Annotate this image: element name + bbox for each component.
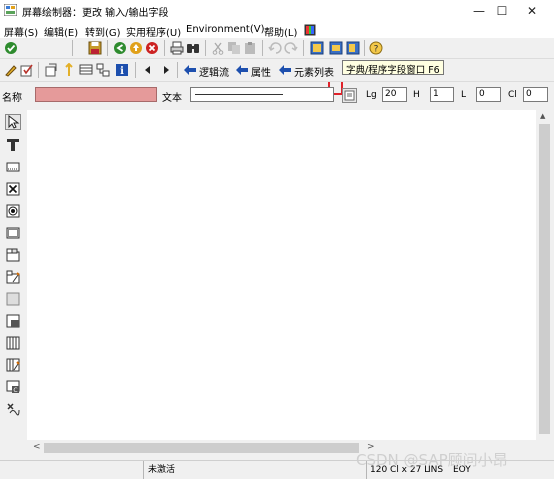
print-icon[interactable]: [170, 41, 184, 55]
redo-icon[interactable]: [284, 41, 298, 55]
where-used-icon[interactable]: [62, 63, 76, 77]
select-pointer-icon[interactable]: [5, 114, 21, 130]
attributes-button[interactable]: 属性: [251, 64, 271, 79]
l-field[interactable]: 0: [476, 87, 501, 102]
table-control-wizard-icon[interactable]: [5, 357, 21, 373]
cl-field[interactable]: 0: [523, 87, 548, 102]
text-field-tool-icon[interactable]: [5, 137, 21, 153]
scroll-left-icon[interactable]: <: [33, 442, 41, 452]
h-label: H: [413, 90, 420, 100]
copy-icon[interactable]: [227, 41, 241, 55]
status-icon-tool-icon[interactable]: [5, 401, 21, 417]
window-title: 屏幕绘制器：更改 输入/输出字段: [22, 8, 169, 19]
enter-check-icon[interactable]: [4, 41, 18, 55]
menu-help[interactable]: 帮助(L): [264, 24, 297, 39]
horizontal-scroll-thumb[interactable]: [44, 443, 359, 453]
menu-bar: 屏幕(S) 编辑(E) 转到(G) 实用程序(U) Environment(V)…: [0, 22, 554, 39]
menu-edit[interactable]: 编辑(E): [44, 24, 78, 39]
box-tool-icon[interactable]: [5, 291, 21, 307]
element-list-button[interactable]: 元素列表: [294, 64, 334, 79]
arrow-left-icon[interactable]: [278, 63, 292, 77]
pencil-icon[interactable]: [4, 63, 18, 77]
svg-text:i: i: [120, 66, 124, 77]
tooltip: 字典/程序字段窗口 F6: [342, 60, 444, 76]
subscreen-tool-icon[interactable]: [5, 313, 21, 329]
close-button[interactable]: ✕: [509, 0, 554, 22]
text-label: 文本: [162, 93, 182, 104]
menu-utilities[interactable]: 实用程序(U): [126, 24, 181, 39]
menu-screen[interactable]: 屏幕(S): [4, 24, 38, 39]
cut-icon[interactable]: [211, 41, 225, 55]
tabstrip-wizard-icon[interactable]: [5, 269, 21, 285]
save-icon[interactable]: [88, 41, 102, 55]
dict-program-fields-icon[interactable]: [329, 41, 343, 55]
custom-control-tool-icon[interactable]: C: [5, 379, 21, 395]
info-icon[interactable]: i: [115, 63, 129, 77]
lg-label: Lg: [366, 90, 377, 100]
cancel-icon[interactable]: [145, 41, 159, 55]
activate-icon[interactable]: [44, 63, 58, 77]
menu-goto[interactable]: 转到(G): [85, 24, 121, 39]
app-icon: [3, 3, 18, 17]
cl-label: Cl: [508, 90, 517, 100]
l-label: L: [461, 90, 467, 100]
menu-environment[interactable]: Environment(V): [186, 24, 265, 35]
watermark: CSDN @SAP顾问小昂: [356, 451, 508, 469]
element-attributes-row: 名称 文本 Lg 20 H 1 L 0 Cl 0: [0, 82, 554, 109]
vertical-scrollbar[interactable]: ▲: [536, 110, 553, 440]
radio-button-tool-icon[interactable]: [5, 203, 21, 219]
table-control-tool-icon[interactable]: [5, 335, 21, 351]
check-syntax-icon[interactable]: [20, 63, 34, 77]
checkbox-tool-icon[interactable]: [5, 181, 21, 197]
standard-toolbar: ?: [0, 38, 554, 95]
arrow-left-icon[interactable]: [235, 63, 249, 77]
find-icon[interactable]: [186, 41, 200, 55]
hierarchy-icon[interactable]: [96, 63, 110, 77]
help-icon[interactable]: ?: [369, 41, 383, 55]
logic-flow-button[interactable]: 逻辑流: [199, 64, 229, 79]
scroll-up-icon[interactable]: ▲: [540, 112, 545, 120]
underscore-line: [195, 94, 283, 95]
element-window-icon[interactable]: [346, 41, 360, 55]
layout-window-icon[interactable]: [310, 41, 324, 55]
name-label: 名称: [2, 93, 22, 104]
input-field-tool-icon[interactable]: [5, 159, 21, 175]
previous-icon[interactable]: [141, 63, 155, 77]
back-icon[interactable]: [113, 41, 127, 55]
lg-field[interactable]: 20: [382, 87, 407, 102]
pushbutton-tool-icon[interactable]: [5, 225, 21, 241]
layout-grid-icon[interactable]: [79, 63, 93, 77]
paste-icon[interactable]: [243, 41, 257, 55]
application-toolbar: i 逻辑流 属性 元素列表: [0, 59, 554, 82]
exit-icon[interactable]: [129, 41, 143, 55]
title-bar: 屏幕绘制器：更改 输入/输出字段 — ☐ ✕: [0, 0, 554, 22]
vertical-scroll-thumb[interactable]: [539, 124, 550, 434]
customize-layout-icon[interactable]: [304, 24, 316, 36]
text-field[interactable]: [190, 87, 334, 102]
arrow-left-icon[interactable]: [183, 63, 197, 77]
element-palette: C: [0, 110, 25, 440]
status-state: 未激活: [148, 465, 176, 475]
svg-text:C: C: [13, 387, 17, 394]
undo-icon[interactable]: [268, 41, 282, 55]
screen-layout-canvas[interactable]: [27, 110, 536, 440]
icon-picker-icon[interactable]: [342, 88, 357, 103]
tabstrip-tool-icon[interactable]: [5, 247, 21, 263]
svg-text:?: ?: [374, 45, 379, 55]
next-icon[interactable]: [159, 63, 173, 77]
name-field[interactable]: [35, 87, 157, 102]
screen-painter-window: 屏幕绘制器：更改 输入/输出字段 — ☐ ✕ 屏幕(S) 编辑(E) 转到(G)…: [0, 0, 554, 479]
h-field[interactable]: 1: [430, 87, 454, 102]
